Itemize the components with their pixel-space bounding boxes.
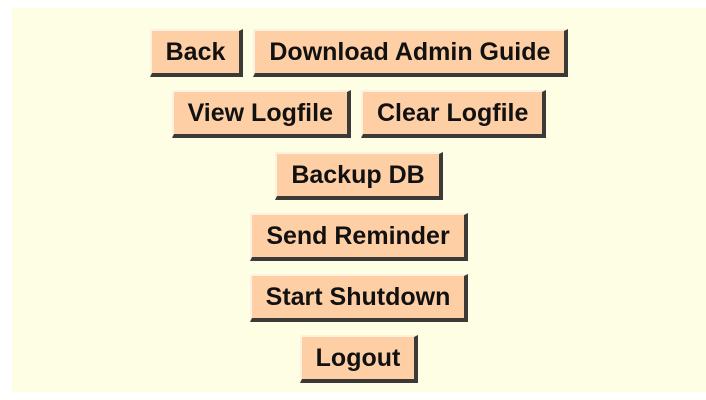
button-row-shutdown: Start Shutdown — [12, 274, 706, 322]
button-row-reminder: Send Reminder — [12, 213, 706, 261]
button-row-logout: Logout — [12, 335, 706, 383]
button-row-logfile: View Logfile Clear Logfile — [12, 90, 706, 138]
back-button[interactable]: Back — [149, 29, 244, 77]
view-logfile-button[interactable]: View Logfile — [171, 90, 351, 138]
button-row-navigation: Back Download Admin Guide — [12, 29, 706, 77]
backup-db-button[interactable]: Backup DB — [275, 152, 443, 200]
download-admin-guide-button[interactable]: Download Admin Guide — [253, 29, 569, 77]
admin-panel: Back Download Admin Guide View Logfile C… — [12, 8, 706, 392]
button-row-backup: Backup DB — [12, 152, 706, 200]
clear-logfile-button[interactable]: Clear Logfile — [360, 90, 547, 138]
logout-button[interactable]: Logout — [299, 335, 419, 383]
start-shutdown-button[interactable]: Start Shutdown — [249, 274, 469, 322]
send-reminder-button[interactable]: Send Reminder — [250, 213, 468, 261]
